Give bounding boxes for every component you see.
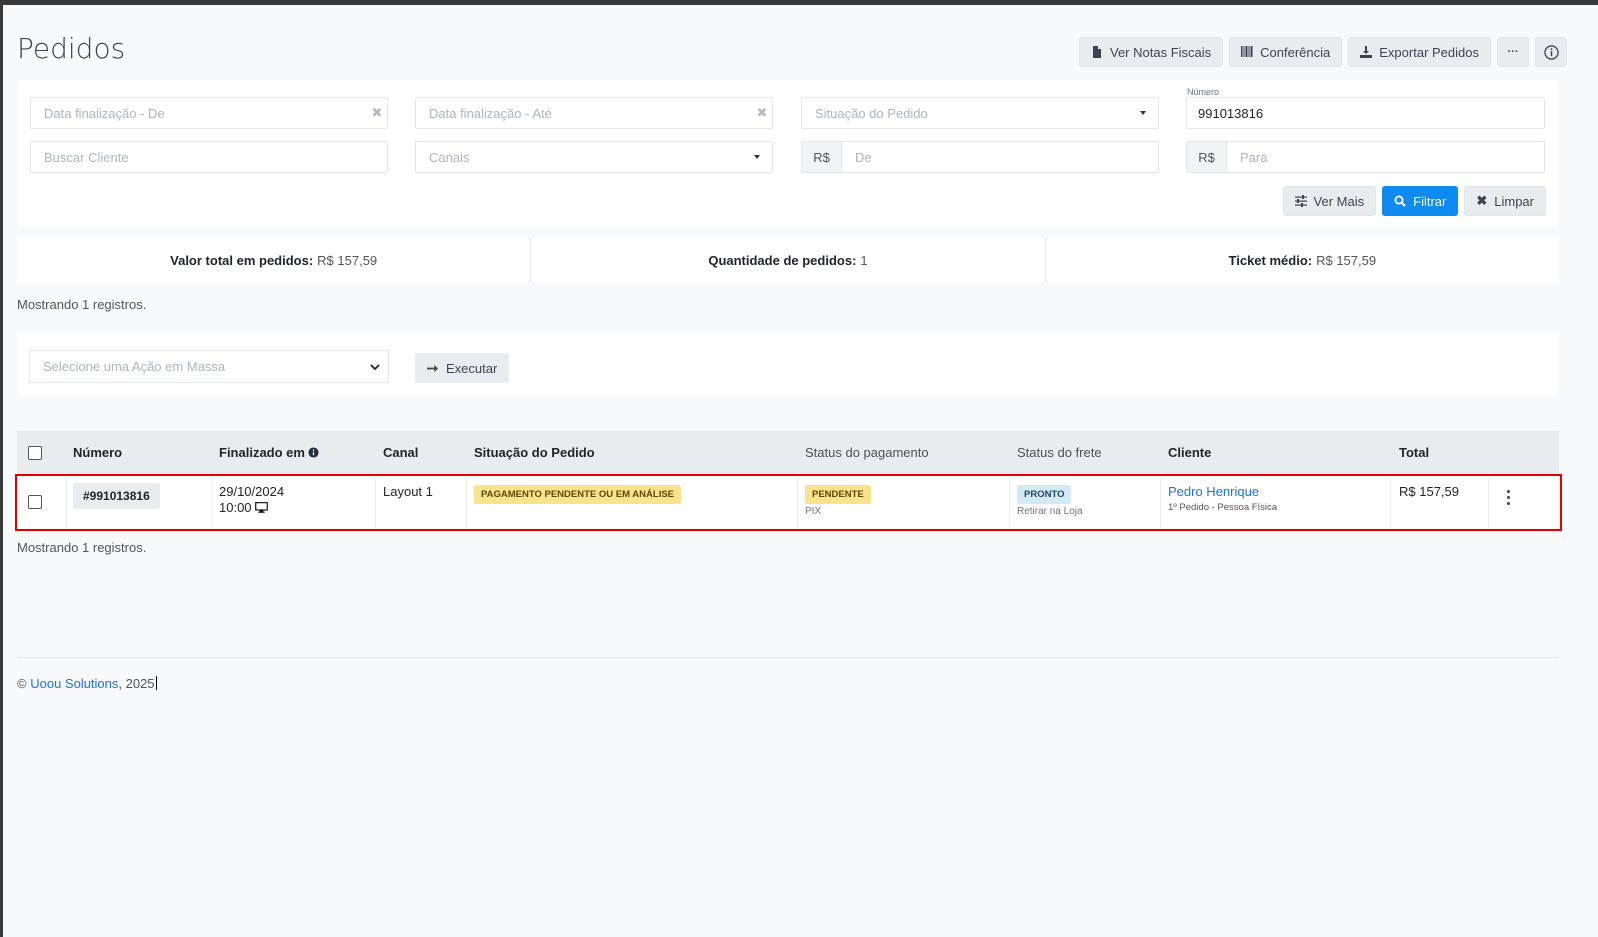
order-number-tag[interactable]: #991013816 xyxy=(73,483,160,509)
mass-action-select[interactable]: Selecione uma Ação em Massa xyxy=(29,350,389,383)
info-circle-icon xyxy=(308,447,319,458)
filtrar-button[interactable]: Filtrar xyxy=(1382,186,1459,216)
company-link[interactable]: Uoou Solutions xyxy=(30,676,118,691)
numero-field-label: Número xyxy=(1187,87,1220,97)
sliders-icon xyxy=(1294,195,1307,207)
clear-icon[interactable]: ✖ xyxy=(752,105,772,121)
times-icon: ✖ xyxy=(1476,193,1488,208)
limpar-button[interactable]: ✖ Limpar xyxy=(1464,186,1546,216)
caret-down-icon xyxy=(754,155,760,159)
window-left-border xyxy=(0,0,3,937)
order-total: R$ 157,59 xyxy=(1399,484,1459,499)
export-icon xyxy=(1360,46,1373,58)
search-icon xyxy=(1394,195,1406,207)
payment-status-badge: PENDENTE xyxy=(805,485,871,504)
header-frete[interactable]: Status do frete xyxy=(1017,445,1102,460)
ver-notas-fiscais-button[interactable]: Ver Notas Fiscais xyxy=(1079,37,1224,67)
select-all-checkbox[interactable] xyxy=(28,446,42,460)
footer: © Uoou Solutions, 2025 xyxy=(17,676,157,691)
mass-action-panel: Selecione uma Ação em Massa Executar xyxy=(17,334,1559,396)
row-checkbox[interactable] xyxy=(28,495,42,509)
caret-down-icon xyxy=(1140,111,1146,115)
customer-link[interactable]: Pedro Henrique xyxy=(1168,484,1259,499)
header-cliente[interactable]: Cliente xyxy=(1168,445,1211,460)
orders-table: Número Finalizado em Canal Situação do P… xyxy=(17,431,1559,528)
currency-prefix: R$ xyxy=(802,142,842,172)
clear-icon[interactable]: ✖ xyxy=(367,105,387,121)
records-count-top: Mostrando 1 registros. xyxy=(17,297,147,312)
top-actions: Ver Notas Fiscais Conferência Exportar P… xyxy=(1079,37,1567,67)
currency-prefix: R$ xyxy=(1187,142,1227,172)
header-numero[interactable]: Número xyxy=(73,445,122,460)
conferencia-label: Conferência xyxy=(1260,44,1331,60)
conferencia-button[interactable]: Conferência xyxy=(1229,37,1343,67)
summary-quantidade: Quantidade de pedidos: 1 xyxy=(531,238,1046,282)
summary-bar: Valor total em pedidos: R$ 157,59 Quanti… xyxy=(17,238,1559,282)
footer-divider xyxy=(17,657,1559,658)
valor-de-input[interactable]: R$ De xyxy=(801,141,1159,173)
numero-input[interactable]: 991013816 xyxy=(1186,97,1545,129)
row-actions-kebab-icon[interactable] xyxy=(1507,490,1511,508)
window-top-bar xyxy=(0,0,1598,5)
summary-total: Valor total em pedidos: R$ 157,59 xyxy=(17,238,532,282)
page-title: Pedidos xyxy=(17,32,126,65)
info-button[interactable] xyxy=(1535,37,1567,67)
table-header: Número Finalizado em Canal Situação do P… xyxy=(17,431,1559,474)
filter-panel: Data finalização - De ✖ Data finalização… xyxy=(17,80,1559,228)
more-options-button[interactable]: ··· xyxy=(1497,37,1529,67)
text-cursor xyxy=(155,676,157,690)
executar-button[interactable]: Executar xyxy=(415,353,510,383)
order-status-badge: PAGAMENTO PENDENTE OU EM ANÁLISE xyxy=(474,485,682,504)
summary-ticket: Ticket médio: R$ 157,59 xyxy=(1228,252,1377,268)
ver-mais-button[interactable]: Ver Mais xyxy=(1282,186,1377,216)
header-pagamento[interactable]: Status do pagamento xyxy=(805,445,929,460)
canais-select[interactable]: Canais xyxy=(415,141,773,173)
valor-para-input[interactable]: R$ Para xyxy=(1186,141,1545,173)
header-total[interactable]: Total xyxy=(1399,445,1429,460)
shipping-status-badge: PRONTO xyxy=(1017,485,1072,504)
header-situacao[interactable]: Situação do Pedido xyxy=(474,445,595,460)
data-finalizacao-de-field[interactable]: Data finalização - De ✖ xyxy=(30,97,388,129)
ellipsis-icon: ··· xyxy=(1507,46,1519,58)
header-canal[interactable]: Canal xyxy=(383,445,418,460)
data-finalizacao-ate-field[interactable]: Data finalização - Até ✖ xyxy=(415,97,773,129)
records-count-bottom: Mostrando 1 registros. xyxy=(17,540,147,555)
info-icon xyxy=(1543,44,1559,60)
order-channel: Layout 1 xyxy=(383,484,433,499)
header-finalizado[interactable]: Finalizado em xyxy=(219,445,319,460)
order-time: 10:00 xyxy=(219,500,268,515)
situacao-pedido-select[interactable]: Situação do Pedido xyxy=(801,97,1159,129)
ver-notas-fiscais-label: Ver Notas Fiscais xyxy=(1110,44,1212,60)
barcode-icon xyxy=(1241,46,1253,57)
customer-info: 1º Pedido - Pessoa Física xyxy=(1168,502,1278,513)
payment-method: PIX xyxy=(805,506,822,517)
buscar-cliente-input[interactable]: Buscar Cliente xyxy=(30,141,388,173)
file-icon xyxy=(1093,46,1101,58)
order-date: 29/10/2024 xyxy=(219,484,285,499)
chevron-down-icon xyxy=(370,363,380,370)
shipping-method: Retirar na Loja xyxy=(1017,506,1083,517)
exportar-pedidos-button[interactable]: Exportar Pedidos xyxy=(1348,37,1491,67)
exportar-pedidos-label: Exportar Pedidos xyxy=(1379,44,1479,60)
table-row[interactable]: #991013816 29/10/2024 10:00 Layout 1 PAG… xyxy=(17,475,1559,528)
desktop-icon xyxy=(254,502,268,513)
arrow-right-icon xyxy=(427,364,438,372)
filter-buttons: Ver Mais Filtrar ✖ Limpar xyxy=(1282,186,1546,216)
